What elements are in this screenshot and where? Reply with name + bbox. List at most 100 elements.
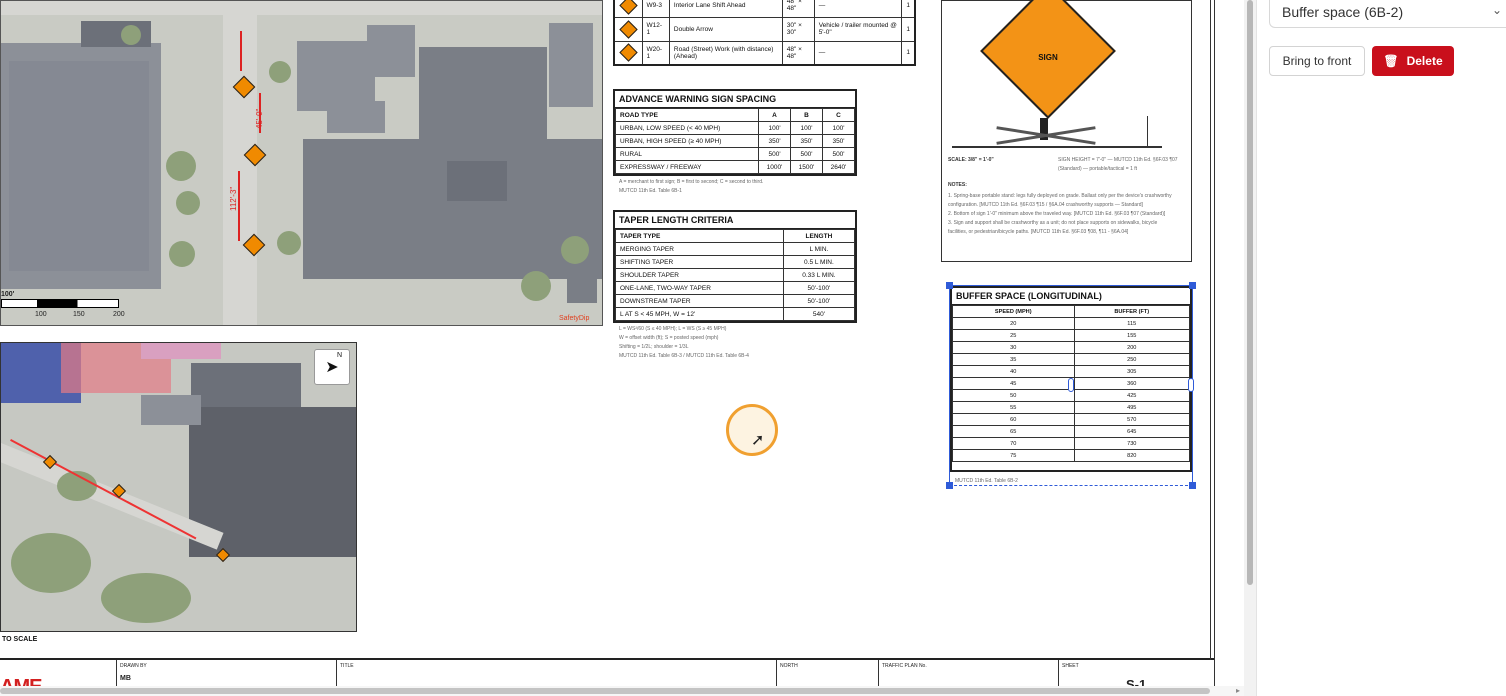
table-cell: 40 [952, 365, 1075, 378]
advance-warning-notes: A = merchant to first sign; B = first to… [619, 179, 764, 194]
table-row: 40 305 [952, 365, 1191, 378]
dimension-label: 112'-3" [229, 186, 238, 211]
drawing-scale: SCALE: 3/8" = 1'-0" [948, 157, 994, 163]
table-cell: — [813, 0, 903, 18]
table-row: EXPRESSWAY / FREEWAY 1000' 1500' 2640' [614, 160, 855, 174]
scroll-right-icon[interactable]: ▸ [1236, 686, 1240, 695]
navigation-arrow-icon: ➤ [325, 359, 339, 376]
table-row: 30 200 [952, 341, 1191, 354]
table-cell: SHIFTING TAPER [615, 255, 784, 269]
scale-tick: 150 [73, 311, 85, 318]
table-row: MERGING TAPER L MIN. [615, 242, 856, 256]
table-cell: 60 [952, 413, 1075, 426]
column-header: SPEED (MPH) [952, 305, 1075, 318]
column-header: LENGTH [782, 229, 856, 243]
table-row: 65 645 [952, 425, 1191, 438]
mouse-pointer-icon: ➚ [751, 432, 765, 449]
advance-warning-table: ADVANCE WARNING SIGN SPACING ROAD TYPE A B… [613, 89, 857, 176]
table-row: L AT S < 45 MPH, W = 12' 540' [615, 307, 856, 321]
table-cell: 65 [952, 425, 1075, 438]
column-resize-handle[interactable] [1188, 378, 1194, 392]
table-cell: L AT S < 45 MPH, W = 12' [615, 307, 784, 321]
table-title: ADVANCE WARNING SIGN SPACING [615, 91, 855, 108]
table-cell: 50'-100' [782, 294, 856, 308]
sign-row: W12-1 Double Arrow 30" × 30" Vehicle / trai… [613, 16, 916, 42]
vertical-scrollbar[interactable] [1244, 0, 1256, 696]
sign-notes: 1. Spring-base portable stand: legs full… [948, 193, 1172, 235]
table-cell: 200 [1073, 341, 1191, 354]
table-row: 25 155 [952, 329, 1191, 342]
sign-thumbnail-icon [613, 16, 643, 42]
table-cell: 820 [1073, 449, 1191, 462]
table-cell: 730 [1073, 437, 1191, 450]
selection-outline [949, 285, 1193, 286]
bring-to-front-button[interactable]: Bring to front [1269, 46, 1365, 76]
table-cell: DOWNSTREAM TAPER [615, 294, 784, 308]
table-cell: Interior Lane Shift Ahead [668, 0, 783, 18]
button-label: Bring to front [1282, 54, 1352, 68]
scale-caption: TO SCALE [2, 636, 38, 643]
chevron-down-icon: ⌄ [1491, 3, 1502, 17]
table-cell: 350' [822, 134, 855, 148]
selection-outline [949, 485, 1193, 486]
sign-row: W20-1 Road (Street) Work (with distance) … [613, 40, 916, 66]
dimension-label: 45'-0" [255, 108, 264, 129]
scale-label: 100' [1, 291, 15, 298]
table-cell: 350' [790, 134, 823, 148]
resize-handle[interactable] [946, 482, 953, 489]
table-cell: 100' [758, 121, 792, 135]
table-cell: 645 [1073, 425, 1191, 438]
table-cell: 30 [952, 341, 1075, 354]
table-cell: 500' [790, 147, 823, 161]
table-cell: W20-1 [641, 40, 670, 66]
sign-label: SIGN [1038, 53, 1058, 62]
table-cell: 0.5 L MIN. [782, 255, 856, 269]
table-cell: 500' [822, 147, 855, 161]
table-cell: 75 [952, 449, 1075, 462]
map-credit: SafetyDip [559, 315, 590, 322]
scroll-thumb[interactable] [0, 688, 1210, 694]
resize-handle[interactable] [1189, 282, 1196, 289]
table-cell: 100' [790, 121, 823, 135]
table-cell: SHOULDER TAPER [615, 268, 784, 282]
scale-bar [1, 299, 119, 308]
column-header: C [822, 108, 855, 122]
table-row: URBAN, HIGH SPEED (≥ 40 MPH) 350' 350' 350' [614, 134, 855, 148]
table-row: 70 730 [952, 437, 1191, 450]
table-row: 35 250 [952, 353, 1191, 366]
table-cell: URBAN, HIGH SPEED (≥ 40 MPH) [614, 134, 760, 148]
sign-row: W9-3 Interior Lane Shift Ahead 48" × 48" —1 [613, 0, 916, 18]
table-row: 55 495 [952, 401, 1191, 414]
table-cell: Road (Street) Work (with distance) (Ahea… [668, 40, 783, 66]
column-resize-handle[interactable] [1068, 378, 1074, 392]
sign-thumbnail-icon [613, 40, 643, 66]
table-cell: 155 [1073, 329, 1191, 342]
table-cell: 360 [1073, 377, 1191, 390]
table-cell: W9-3 [641, 0, 670, 18]
table-cell: 45 [952, 377, 1075, 390]
taper-notes: L = WS²/60 (S ≤ 40 MPH); L = WS (S ≥ 45 … [619, 326, 749, 359]
table-cell: 0.33 L MIN. [782, 268, 856, 282]
column-header: B [790, 108, 823, 122]
horizontal-scrollbar[interactable]: ▸ [0, 686, 1244, 696]
resize-handle[interactable] [946, 282, 953, 289]
column-header: TAPER TYPE [615, 229, 784, 243]
table-cell: 250 [1073, 353, 1191, 366]
drawing-canvas[interactable]: 45'-0" 112'-3" 100' 100 150 200 SafetyDi… [0, 0, 1244, 696]
delete-button[interactable]: 🗑 Delete [1372, 46, 1454, 76]
sign-list-table: W9-3 Interior Lane Shift Ahead 48" × 48" —1… [613, 0, 916, 66]
properties-panel: Buffer space (6B-2) ⌄ Bring to front 🗑 D… [1256, 0, 1506, 696]
table-cell: 50'-100' [782, 281, 856, 295]
layer-select[interactable]: Buffer space (6B-2) ⌄ [1269, 0, 1506, 28]
table-row: SHOULDER TAPER 0.33 L MIN. [615, 268, 856, 282]
table-row: URBAN, LOW SPEED (< 40 MPH) 100' 100' 100' [614, 121, 855, 135]
table-cell: URBAN, LOW SPEED (< 40 MPH) [614, 121, 760, 135]
table-cell: 425 [1073, 389, 1191, 402]
north-arrow-button[interactable]: ➤ N [314, 349, 350, 385]
scroll-thumb[interactable] [1247, 0, 1253, 585]
table-cell: 55 [952, 401, 1075, 414]
table-cell: 100' [822, 121, 855, 135]
table-cell: 500' [758, 147, 792, 161]
table-cell: 25 [952, 329, 1075, 342]
resize-handle[interactable] [1189, 482, 1196, 489]
